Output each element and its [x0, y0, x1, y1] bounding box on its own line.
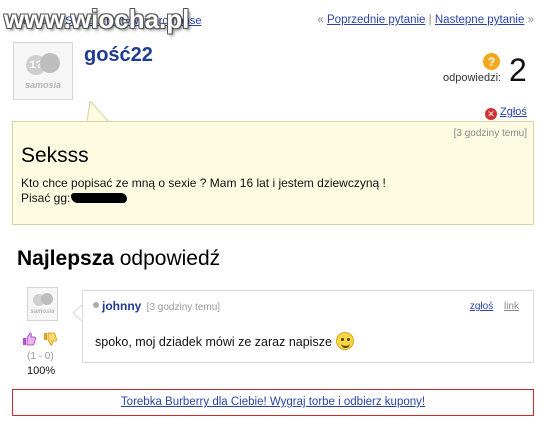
answer-time: [3 godziny temu] — [146, 302, 221, 313]
nav-separator: | — [428, 14, 432, 26]
left-quote: « — [317, 14, 324, 26]
question-body: Kto chce popisać ze mną o sexie ? Mam 16… — [21, 176, 386, 206]
question-badge-icon: ? — [483, 53, 500, 70]
avatar-brand: samosia — [24, 79, 62, 90]
report-x-icon: ✕ — [485, 108, 497, 120]
report-question-link[interactable]: ✕ Zgłoś — [485, 106, 527, 120]
answer-text-content: spoko, moj dziadek mówi ze zaraz napisze — [95, 335, 332, 349]
question-time: [3 godziny temu] — [453, 128, 527, 139]
report-label: Zgłoś — [500, 106, 527, 118]
question-body-line2: Pisać gg: — [21, 191, 386, 206]
question-box: [3 godziny temu] Seksss Kto chce popisać… — [12, 121, 534, 225]
vote-count: (1 - 0) — [27, 351, 54, 362]
answer-permalink[interactable]: link — [504, 301, 519, 312]
thumb-up-icon[interactable] — [22, 332, 36, 346]
answer-author-name[interactable]: johnny — [102, 299, 141, 313]
question-navigation: « Poprzednie pytanie | Nastepne pytanie … — [317, 14, 534, 26]
online-dot-icon — [93, 302, 99, 308]
question-title: Seksss — [21, 144, 89, 167]
avatar-bubble — [40, 52, 60, 73]
answer-avatar-bubble-b — [40, 293, 53, 305]
answers-count: 2 — [509, 52, 527, 88]
answer-avatar-brand: samosia — [30, 309, 55, 315]
vote-percent: 100% — [27, 365, 56, 377]
answer-author: johnny [3 godziny temu] — [93, 299, 220, 313]
question-body-line1: Kto chce popisać ze mną o sexie ? Mam 16… — [21, 176, 386, 190]
answer-text: spoko, moj dziadek mówi ze zaraz napisze — [95, 332, 354, 350]
question-contact-label: Pisać gg: — [21, 191, 71, 205]
smiley-icon — [335, 332, 354, 350]
previous-question-link[interactable]: Poprzednie pytanie — [327, 14, 425, 26]
question-author-name[interactable]: gość22 — [84, 44, 153, 67]
report-answer-link[interactable]: zgłoś — [470, 301, 493, 312]
answer-actions: zgłoś link — [470, 301, 519, 312]
best-answer-heading-bold: Najlepsza — [17, 247, 114, 270]
answers-label: odpowiedzi: — [443, 72, 502, 84]
answer-author-avatar[interactable]: samosia — [27, 287, 58, 321]
right-quote: » — [527, 14, 534, 26]
question-bubble-tail — [86, 101, 110, 123]
watermark: www.wiocha.pl — [4, 4, 190, 34]
best-answer-heading: Najlepsza odpowiedź — [17, 247, 220, 271]
question-author-avatar[interactable]: 1? samosia — [13, 42, 73, 100]
best-answer-heading-rest: odpowiedź — [119, 247, 221, 270]
promo-banner: Torebka Burberry dla Ciebie! Wygraj torb… — [12, 389, 534, 416]
censored-scribble — [71, 193, 128, 203]
thumb-down-icon[interactable] — [43, 332, 57, 346]
answer-box: johnny [3 godziny temu] zgłoś link spoko… — [82, 290, 534, 363]
promo-link[interactable]: Torebka Burberry dla Ciebie! Wygraj torb… — [121, 396, 425, 408]
next-question-link[interactable]: Nastepne pytanie — [435, 14, 525, 26]
